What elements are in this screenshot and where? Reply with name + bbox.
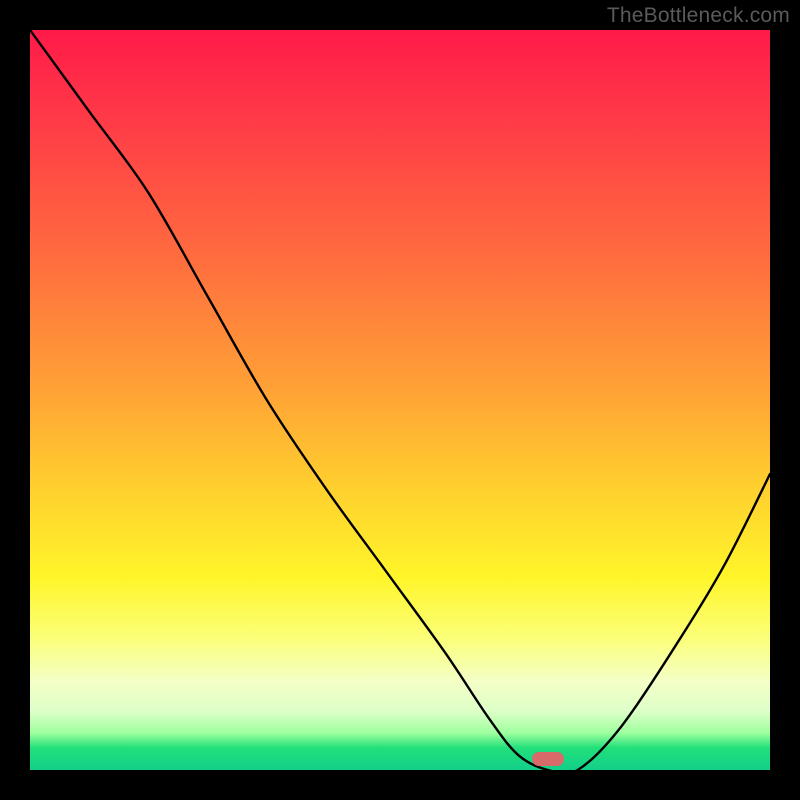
background-gradient — [30, 30, 770, 770]
watermark-text: TheBottleneck.com — [607, 4, 790, 28]
optimal-point-marker — [532, 752, 564, 766]
plot-area — [30, 30, 770, 770]
chart-frame: TheBottleneck.com — [0, 0, 800, 800]
